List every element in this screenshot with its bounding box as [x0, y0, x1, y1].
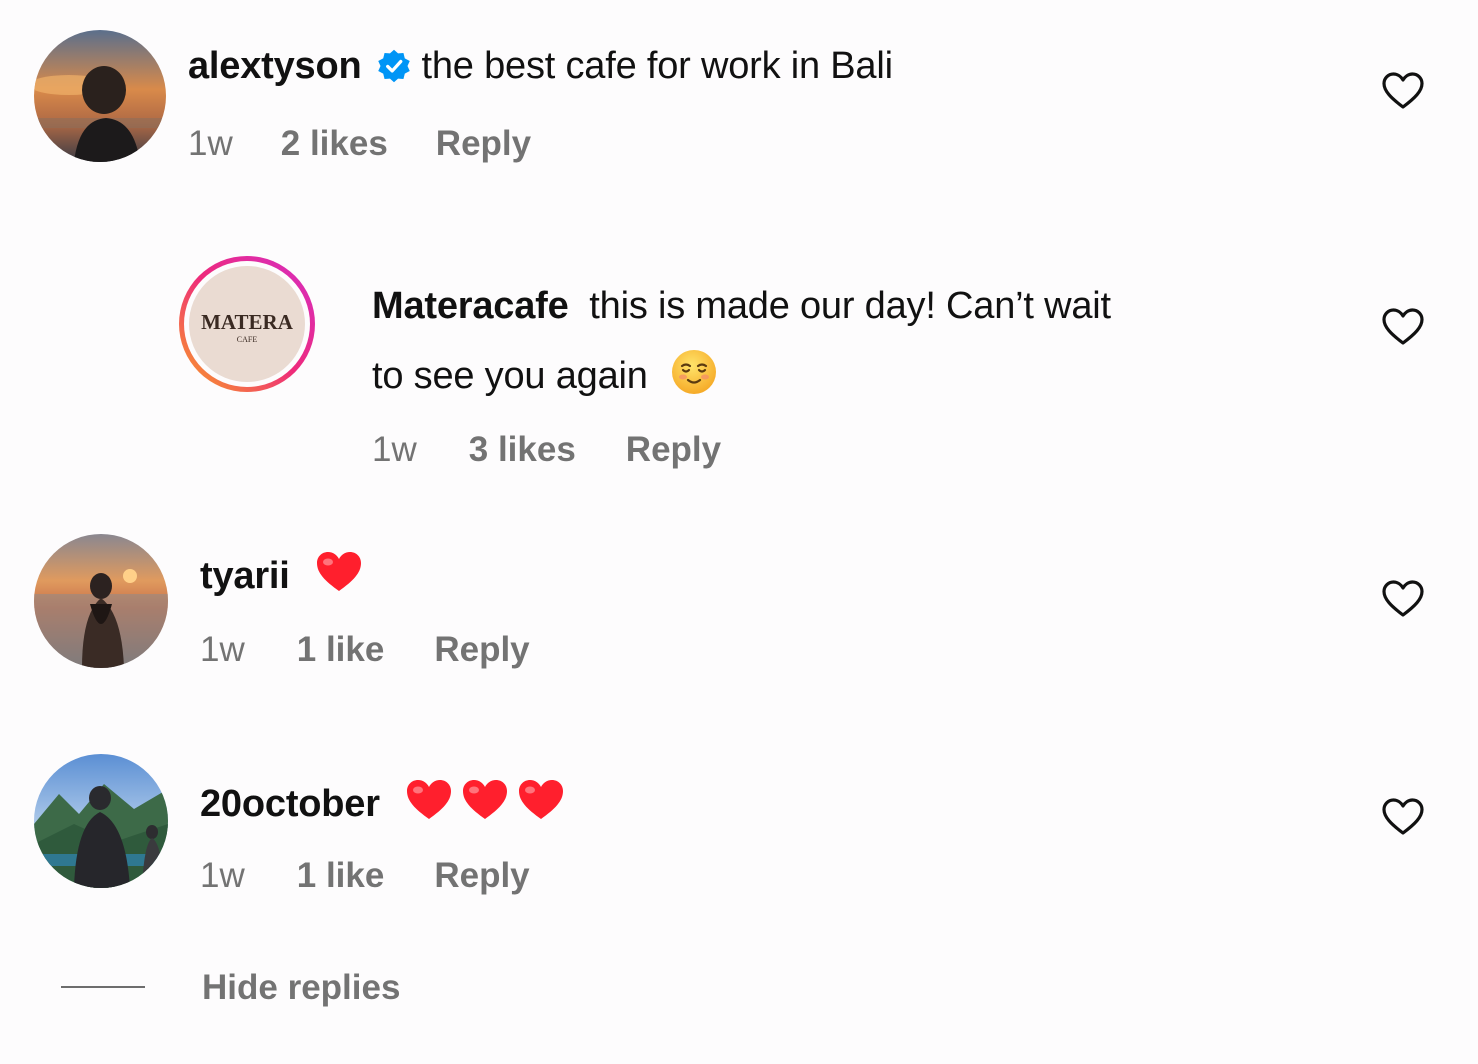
hide-replies-divider: [61, 986, 145, 988]
comment-meta: 1w 1 like Reply: [200, 856, 530, 896]
timestamp: 1w: [372, 430, 417, 469]
red-heart-icon: [516, 776, 566, 832]
comment-meta: 1w 1 like Reply: [200, 630, 530, 670]
likes-count[interactable]: 2 likes: [281, 124, 388, 164]
avatar-tyarii[interactable]: [34, 534, 168, 668]
reply-button[interactable]: Reply: [434, 856, 529, 896]
comment-text-row: tyarii: [200, 548, 364, 604]
like-heart-icon[interactable]: [1381, 796, 1425, 840]
red-heart-icon: [460, 776, 510, 832]
username[interactable]: Materacafe: [372, 285, 569, 327]
timestamp: 1w: [200, 630, 245, 669]
like-heart-icon[interactable]: [1381, 578, 1425, 622]
comment-text: the best cafe for work in Bali: [421, 45, 894, 87]
reply-button[interactable]: Reply: [436, 124, 531, 164]
matera-logo-text: MATERA: [201, 310, 294, 334]
comment-text-line1: this is made our day! Can’t wait: [589, 285, 1111, 327]
timestamp: 1w: [188, 124, 233, 163]
comment-text-row-2: to see you again: [372, 348, 718, 406]
likes-count[interactable]: 1 like: [297, 856, 385, 896]
like-heart-icon[interactable]: [1381, 306, 1425, 350]
red-heart-icon: [404, 776, 454, 832]
comment-meta: 1w 3 likes Reply: [372, 430, 721, 470]
avatar-materacafe[interactable]: MATERA CAFE: [176, 253, 318, 395]
reply-button[interactable]: Reply: [434, 630, 529, 670]
comment-text-row: alextyson the best cafe for work in Bali: [188, 44, 893, 94]
avatar-alextyson[interactable]: [34, 30, 166, 162]
red-heart-icon: [314, 548, 364, 604]
timestamp: 1w: [200, 856, 245, 895]
username[interactable]: 20october: [200, 783, 380, 825]
comment-text-row: 20october: [200, 776, 566, 832]
like-heart-icon[interactable]: [1381, 70, 1425, 114]
verified-badge-icon: [376, 48, 412, 94]
likes-count[interactable]: 3 likes: [469, 430, 576, 470]
comment-text-line2: to see you again: [372, 355, 648, 397]
avatar-20october[interactable]: [34, 754, 168, 888]
likes-count[interactable]: 1 like: [297, 630, 385, 670]
matera-logo-subtext: CAFE: [237, 335, 258, 344]
smiling-face-icon: [670, 348, 718, 406]
comment-text-row: Materacafe this is made our day! Can’t w…: [372, 284, 1111, 328]
username[interactable]: alextyson: [188, 45, 362, 87]
comment-meta: 1w 2 likes Reply: [188, 124, 531, 164]
reply-button[interactable]: Reply: [626, 430, 721, 470]
username[interactable]: tyarii: [200, 555, 290, 597]
hide-replies-button[interactable]: Hide replies: [202, 966, 400, 1010]
